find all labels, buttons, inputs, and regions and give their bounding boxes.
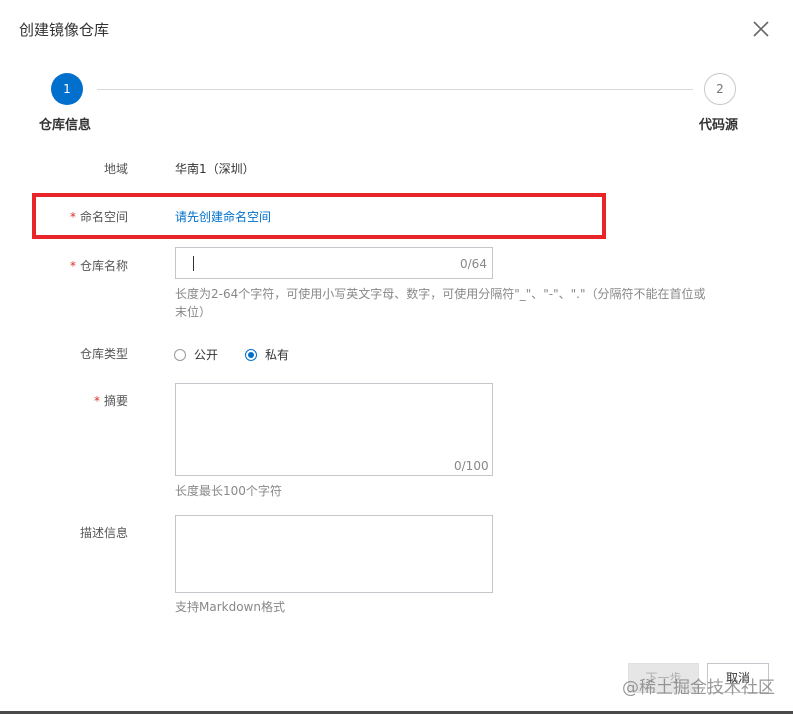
summary-label-text: 摘要 <box>103 394 128 408</box>
cancel-button[interactable]: 取消 <box>707 663 769 693</box>
step-1-label: 仓库信息 <box>39 118 92 133</box>
region-value: 华南1（深圳） <box>175 162 255 176</box>
repo-name-counter: 0/64 <box>460 257 487 271</box>
radio-public-label: 公开 <box>194 348 219 362</box>
create-namespace-link[interactable]: 请先创建命名空间 <box>175 208 271 225</box>
radio-private-label: 私有 <box>265 348 290 362</box>
repo-type-label: 仓库类型 <box>79 347 128 361</box>
dialog-title: 创建镜像仓库 <box>19 21 110 39</box>
namespace-label: * 命名空间 <box>18 208 128 225</box>
repo-name-input[interactable] <box>185 248 449 280</box>
repo-name-field[interactable]: 0/64 <box>175 247 493 280</box>
required-marker: * <box>93 394 100 408</box>
radio-button-icon <box>174 348 186 361</box>
radio-public[interactable]: 公开 <box>174 346 218 363</box>
required-marker: * <box>69 259 76 273</box>
summary-textarea[interactable] <box>182 388 486 456</box>
repo-name-label: * 仓库名称 <box>18 257 128 274</box>
description-textarea[interactable] <box>182 520 486 590</box>
step-2-indicator: 2 <box>704 73 736 105</box>
repo-name-hint-line1: 长度为2-64个字符，可使用小写英文字母、数字，可使用分隔符"_"、"-"、".… <box>175 287 706 301</box>
step-2-label: 代码源 <box>699 118 739 133</box>
radio-button-checked-icon <box>245 348 257 361</box>
radio-private[interactable]: 私有 <box>245 346 289 363</box>
summary-field[interactable]: 0/100 <box>175 383 493 476</box>
text-cursor <box>193 256 194 271</box>
summary-counter: 0/100 <box>454 459 489 473</box>
repo-name-hint-line2: 末位） <box>175 305 212 319</box>
close-button[interactable] <box>751 19 771 39</box>
required-marker: * <box>69 210 76 224</box>
namespace-label-text: 命名空间 <box>79 210 128 224</box>
repo-name-label-text: 仓库名称 <box>79 259 128 273</box>
description-field[interactable] <box>175 515 493 593</box>
region-label: 地域 <box>103 162 128 176</box>
step-connector-line <box>97 89 693 90</box>
next-step-button[interactable]: 下一步 <box>628 663 699 693</box>
close-icon <box>753 21 769 37</box>
description-hint: 支持Markdown格式 <box>175 600 285 614</box>
summary-label: * 摘要 <box>18 392 128 409</box>
step-1-indicator: 1 <box>51 73 83 105</box>
summary-hint: 长度最长100个字符 <box>175 484 282 498</box>
description-label: 描述信息 <box>79 526 128 540</box>
